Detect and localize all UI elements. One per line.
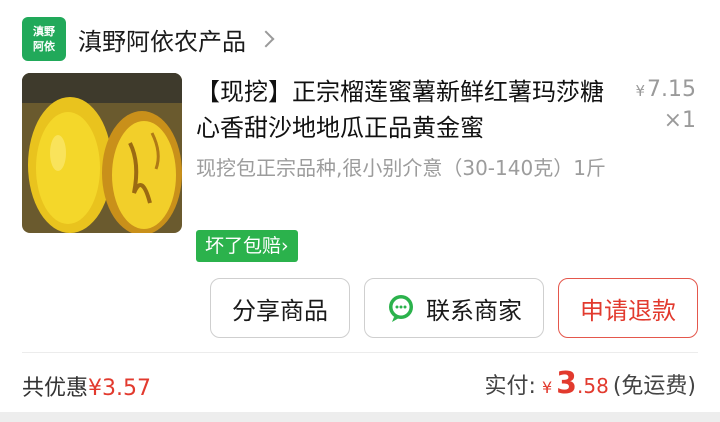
chevron-right-icon[interactable] (257, 30, 275, 48)
paid-label: 实付: (484, 374, 536, 399)
product-spec: 现挖包正宗品种,很小别介意（30-140克）1斤 (196, 156, 606, 180)
product-thumbnail[interactable] (22, 73, 182, 233)
paid-currency: ¥ (541, 378, 553, 397)
share-product-label: 分享商品 (232, 296, 328, 325)
contact-seller-label: 联系商家 (426, 296, 522, 325)
shop-logo-line2: 阿依 (33, 40, 55, 53)
shop-logo: 滇野 阿依 (22, 17, 66, 61)
shop-logo-line1: 滇野 (33, 25, 55, 38)
chat-bubble-icon (389, 295, 413, 322)
discount-label: 共优惠 (22, 376, 89, 401)
order-item-card: 滇野 阿依 滇野阿依农产品 【现挖】正宗榴莲蜜薯新鲜红薯玛莎糖心香甜沙地地瓜正品… (0, 0, 720, 412)
divider (22, 352, 698, 353)
product-quantity: ×1 (663, 108, 696, 133)
guarantee-chevron-icon: › (281, 235, 289, 257)
discount-amount: ¥3.57 (88, 376, 151, 401)
guarantee-badge-label: 坏了包赔 (205, 235, 282, 257)
request-refund-button[interactable]: 申请退款 (558, 278, 698, 338)
price-currency: ¥ (635, 82, 646, 100)
product-title[interactable]: 【现挖】正宗榴莲蜜薯新鲜红薯玛莎糖心香甜沙地地瓜正品黄金蜜 (196, 74, 616, 146)
paid-decimal: .58 (577, 374, 609, 398)
shop-name[interactable]: 滇野阿依农产品 (78, 22, 246, 57)
paid-integer: 3 (556, 366, 578, 401)
total-discount: 共优惠¥3.57 (22, 370, 151, 402)
price-value: 7.15 (647, 77, 696, 102)
shipping-note: (免运费) (612, 374, 696, 399)
guarantee-badge[interactable]: 坏了包赔› (196, 230, 298, 262)
request-refund-label: 申请退款 (580, 296, 676, 325)
share-product-button[interactable]: 分享商品 (210, 278, 350, 338)
amount-paid: 实付: ¥ 3 .58 (免运费) (485, 366, 696, 401)
product-price: ¥7.15 (635, 76, 696, 105)
shop-header[interactable]: 滇野 阿依 滇野阿依农产品 (22, 14, 275, 64)
contact-seller-button[interactable]: 联系商家 (364, 278, 544, 338)
